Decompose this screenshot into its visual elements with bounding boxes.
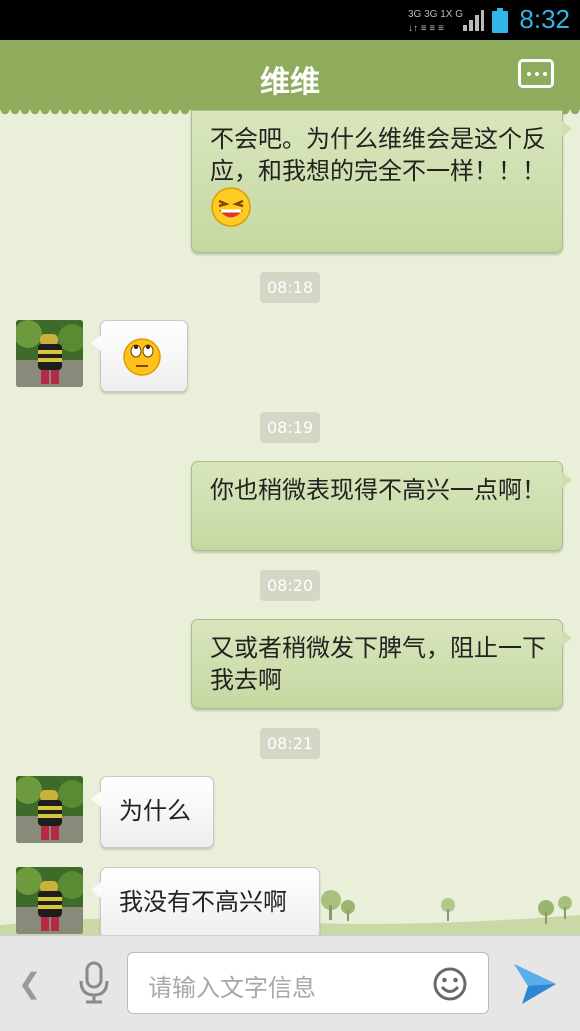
- avatar-photo: [16, 776, 83, 843]
- incoming-message-bubble[interactable]: 我没有不高兴啊: [91, 867, 320, 935]
- smiley-icon[interactable]: [432, 966, 468, 1002]
- avatar[interactable]: [16, 776, 83, 843]
- avatar[interactable]: [16, 320, 83, 387]
- timestamp: 08:18: [260, 272, 320, 303]
- incoming-message-bubble[interactable]: [91, 320, 188, 392]
- chat-area[interactable]: 不会吧。为什么维维会是这个反应，和我想的完全不一样！！！ 08:18 08:19…: [0, 110, 580, 935]
- outgoing-message-bubble[interactable]: 又或者稍微发下脾气，阻止一下我去啊: [191, 619, 572, 709]
- message-text: 你也稍微表现得不高兴一点啊！: [210, 476, 546, 504]
- microphone-icon[interactable]: [78, 961, 110, 1005]
- laughing-emoji: [211, 187, 251, 227]
- more-dots-icon[interactable]: [518, 59, 554, 88]
- clock: 8:32: [519, 4, 570, 34]
- avatar-photo: [16, 867, 83, 934]
- timestamp: 08:20: [260, 570, 320, 601]
- outgoing-message-bubble[interactable]: 你也稍微表现得不高兴一点啊！: [191, 461, 572, 551]
- incoming-message-bubble[interactable]: 为什么: [91, 776, 214, 848]
- timestamp: 08:21: [260, 728, 320, 759]
- avatar-photo: [16, 320, 83, 387]
- message-text: 又或者稍微发下脾气，阻止一下我去啊: [210, 634, 546, 694]
- status-bar: 3G 3G 1X G ↓↑ ≡ ≡ ≡ 8:32: [0, 0, 580, 40]
- message-input[interactable]: 请输入文字信息: [127, 952, 489, 1014]
- input-bar: ❮ 请输入文字信息: [0, 935, 580, 1031]
- timestamp: 08:19: [260, 412, 320, 443]
- message-input-placeholder: 请输入文字信息: [148, 974, 316, 1002]
- message-text: 为什么: [119, 797, 191, 825]
- svg-text:3G 3G 1X G: 3G 3G 1X G: [408, 9, 463, 20]
- chevron-left-icon[interactable]: ❮: [18, 967, 41, 1000]
- outgoing-message-bubble[interactable]: 不会吧。为什么维维会是这个反应，和我想的完全不一样！！！: [191, 110, 572, 253]
- eye-roll-emoji: [123, 338, 161, 376]
- chat-title: 维维: [260, 65, 320, 100]
- send-arrow-icon[interactable]: [512, 962, 558, 1006]
- chat-header: 维维: [0, 40, 580, 116]
- network-signal-icon: 3G 3G 1X G ↓↑ ≡ ≡ ≡: [408, 9, 484, 33]
- battery-icon: [492, 8, 508, 33]
- svg-text:↓↑ ≡ ≡ ≡: ↓↑ ≡ ≡ ≡: [408, 23, 444, 33]
- avatar[interactable]: [16, 867, 83, 934]
- message-text: 我没有不高兴啊: [119, 888, 287, 916]
- message-text: 不会吧。为什么维维会是这个反应，和我想的完全不一样！！！: [210, 125, 546, 185]
